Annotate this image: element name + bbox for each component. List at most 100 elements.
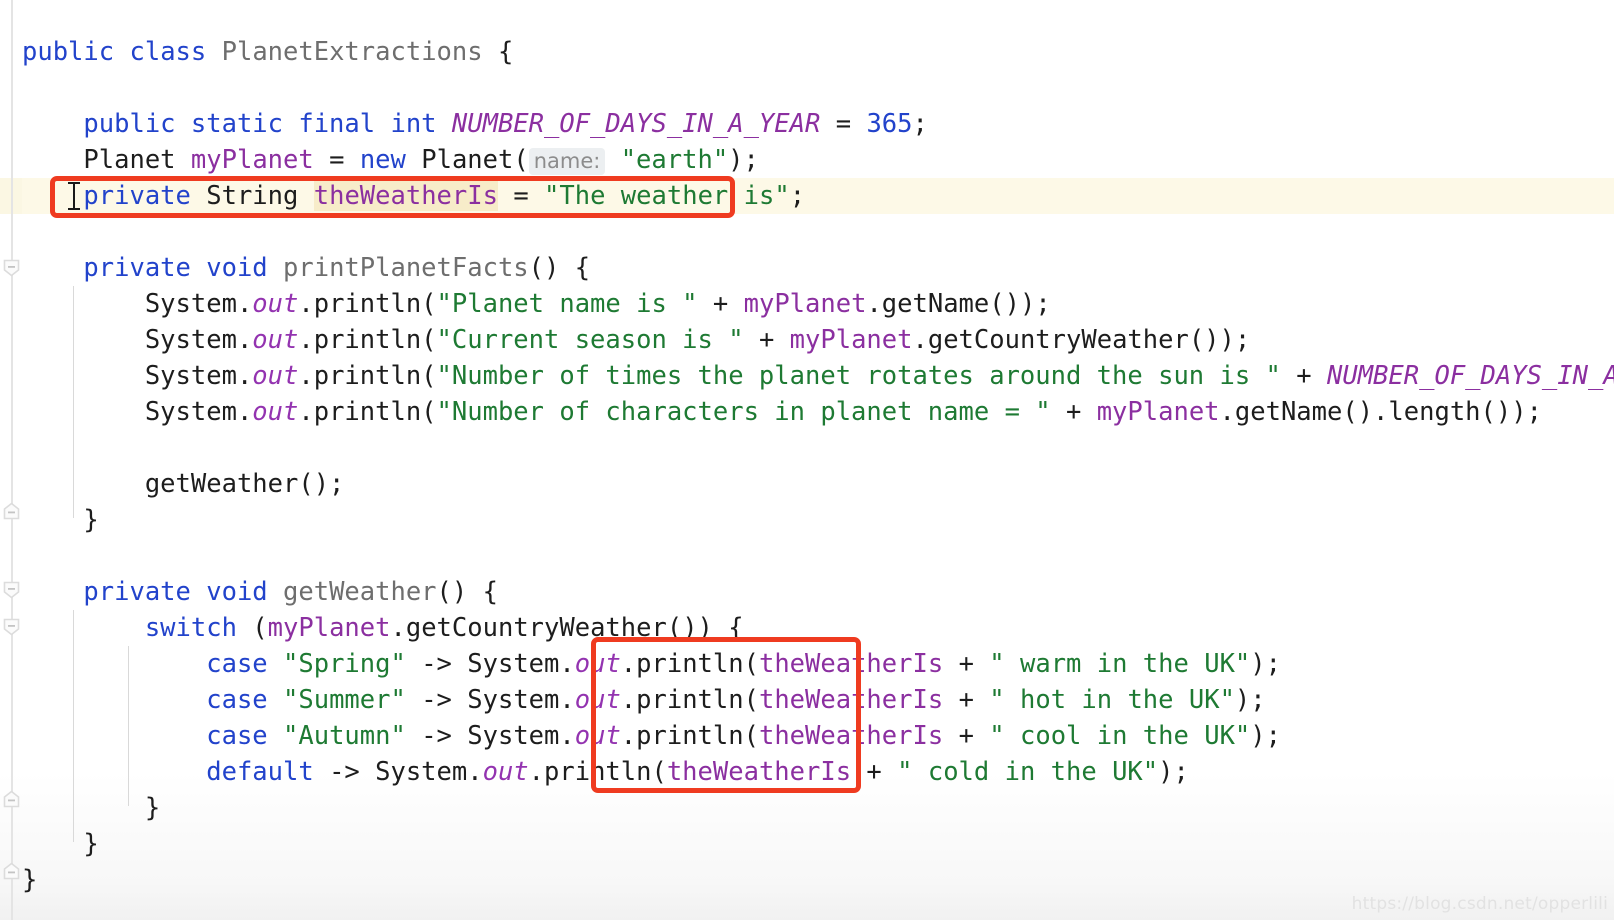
token-parens-brace: () { — [436, 577, 498, 607]
token-equals: = — [329, 145, 345, 175]
code-content[interactable]: public class PlanetExtractions { public … — [0, 0, 1614, 920]
token-close-tail: ); — [1250, 721, 1281, 751]
token-static-out: out — [574, 649, 621, 679]
token-static-out: out — [574, 721, 621, 751]
token-plus: + — [866, 757, 882, 787]
token-constructor-planet: Planet( — [421, 145, 529, 175]
token-keyword-default: default — [206, 757, 314, 787]
token-string-cold-in-the-uk: " cold in the UK" — [897, 757, 1159, 787]
inlay-hint-name[interactable]: name: — [528, 148, 606, 175]
token-static-out: out — [574, 685, 621, 715]
code-line-14: } — [0, 502, 1614, 538]
token-equals: = — [513, 181, 529, 211]
token-string-autumn: "Autumn" — [283, 721, 406, 751]
token-system: System. — [144, 325, 253, 355]
token-close-brace: } — [22, 865, 38, 895]
token-string-spring: "Spring" — [283, 649, 406, 679]
token-close-brace: } — [83, 829, 99, 859]
code-line-7: private void printPlanetFacts() { — [0, 250, 1614, 286]
token-string-number-of-characters: "Number of characters in planet name = " — [436, 397, 1051, 427]
code-line-3: public static final int NUMBER_OF_DAYS_I… — [0, 106, 1614, 142]
token-string-earth: "earth" — [620, 145, 729, 175]
token-close-brace: } — [83, 505, 99, 535]
code-line-11: System.out.println("Number of characters… — [0, 394, 1614, 430]
token-plus: + — [958, 685, 974, 715]
token-println-call: .println( — [620, 685, 759, 715]
token-keyword-new: new — [359, 145, 406, 175]
token-type-planet: Planet — [83, 145, 176, 175]
token-semicolon: ; — [912, 109, 928, 139]
token-string-current-season-is: "Current season is " — [436, 325, 744, 355]
token-getcountryweather-brace: .getCountryWeather()) { — [390, 613, 744, 643]
code-line-10: System.out.println("Number of times the … — [0, 358, 1614, 394]
token-field-theweatheris-declaration: theWeatherIs — [313, 181, 498, 211]
code-editor[interactable]: public class PlanetExtractions { public … — [0, 0, 1614, 920]
token-plus: + — [1296, 361, 1312, 391]
token-static-out: out — [252, 361, 299, 391]
token-open-paren: ( — [236, 613, 268, 643]
token-string-the-weather-is: "The weather is" — [544, 181, 790, 211]
token-method-printplanetfacts: printPlanetFacts — [283, 253, 529, 283]
token-println-call: .println( — [620, 721, 759, 751]
token-keyword-public: public — [22, 37, 115, 67]
token-println-call: .println( — [528, 757, 667, 787]
token-system: System. — [144, 397, 253, 427]
code-line-4: Planet myPlanet = new Planet(name: "eart… — [0, 142, 1614, 178]
token-field-theweatheris-usage: theWeatherIs — [758, 721, 944, 751]
token-string-warm-in-the-uk: " warm in the UK" — [989, 649, 1251, 679]
token-println-call: .println( — [298, 325, 437, 355]
token-constant-number-of-days: NUMBER_OF_DAYS_IN_A_YEAR — [1327, 361, 1614, 391]
code-line-16: private void getWeather() { — [0, 574, 1614, 610]
text-caret — [68, 182, 80, 210]
token-keyword-case: case — [206, 685, 268, 715]
code-line-8: System.out.println("Planet name is " + m… — [0, 286, 1614, 322]
token-call-getweather: getWeather(); — [144, 469, 345, 499]
code-line-19-case-summer: case "Summer" -> System.out.println(theW… — [0, 682, 1614, 718]
token-string-number-of-times: "Number of times the planet rotates arou… — [436, 361, 1281, 391]
code-line-24: } — [0, 862, 1614, 898]
token-static-out: out — [252, 397, 299, 427]
watermark-text: https://blog.csdn.net/opperlili — [1351, 894, 1608, 914]
token-keyword-private: private — [83, 181, 191, 211]
token-field-theweatheris-usage: theWeatherIs — [758, 685, 944, 715]
code-line-21-default: default -> System.out.println(theWeather… — [0, 754, 1614, 790]
token-field-myplanet: myPlanet — [743, 289, 867, 319]
token-constant-number-of-days: NUMBER_OF_DAYS_IN_A_YEAR — [451, 109, 821, 139]
token-keyword-switch: switch — [144, 613, 237, 643]
token-keyword-class: class — [129, 37, 207, 67]
token-plus: + — [958, 649, 974, 679]
token-modifiers-constant: public static final int — [83, 109, 437, 139]
code-line-5-field-declaration: private String theWeatherIs = "The weath… — [0, 178, 1614, 214]
code-line-22: } — [0, 790, 1614, 826]
token-system: System. — [144, 289, 253, 319]
token-keyword-case: case — [206, 649, 268, 679]
token-number-365: 365 — [866, 109, 913, 139]
token-close-tail: ); — [1250, 649, 1281, 679]
token-string-cool-in-the-uk: " cool in the UK" — [989, 721, 1251, 751]
token-parens-brace: () { — [528, 253, 591, 283]
code-line-13: getWeather(); — [0, 466, 1614, 502]
token-field-theweatheris-usage: theWeatherIs — [666, 757, 852, 787]
token-close-tail: ); — [1234, 685, 1266, 715]
token-close-brace: } — [144, 793, 161, 823]
token-close-paren-semi: ); — [728, 145, 759, 175]
code-line-1: public class PlanetExtractions { — [0, 34, 1614, 70]
token-static-out: out — [252, 325, 299, 355]
token-string-hot-in-the-uk: " hot in the UK" — [989, 685, 1235, 715]
token-modifiers-private-void: private void — [83, 577, 268, 607]
token-semicolon: ; — [789, 181, 806, 211]
token-arrow-system: -> System. — [421, 721, 575, 751]
token-getcountryweather-tail: .getCountryWeather()); — [912, 325, 1251, 355]
token-arrow-system: -> System. — [329, 757, 483, 787]
token-plus: + — [712, 289, 729, 319]
token-equals: = — [835, 109, 852, 139]
token-getname-length-tail: .getName().length()); — [1219, 397, 1542, 427]
token-static-out: out — [482, 757, 529, 787]
token-string-summer: "Summer" — [283, 685, 406, 715]
token-println-call: .println( — [298, 397, 437, 427]
token-keyword-case: case — [206, 721, 268, 751]
token-arrow-system: -> System. — [421, 649, 575, 679]
token-static-out: out — [252, 289, 299, 319]
token-println-call: .println( — [298, 289, 437, 319]
token-close-tail: ); — [1158, 757, 1189, 787]
